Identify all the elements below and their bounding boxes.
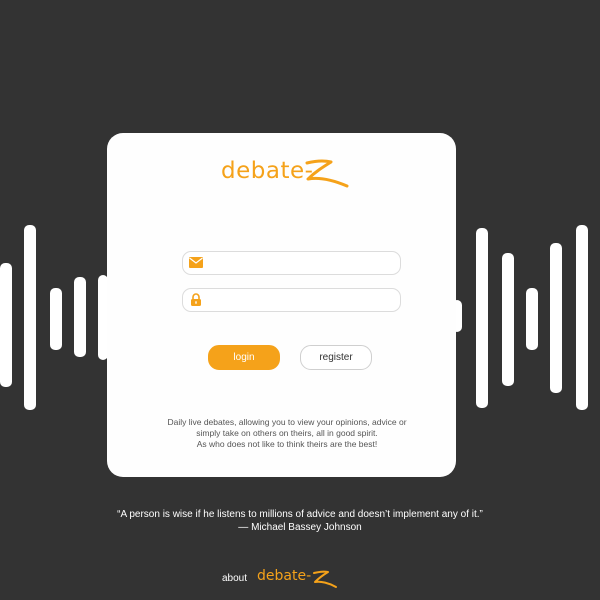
wave-bar <box>526 288 538 350</box>
wave-bar <box>0 263 12 387</box>
wave-bar <box>502 253 514 386</box>
description-line: As who does not like to think theirs are… <box>196 439 378 449</box>
about-link[interactable]: about debate- <box>222 565 362 595</box>
email-field[interactable] <box>182 251 401 275</box>
brand-name: debate- <box>221 158 314 184</box>
register-button[interactable]: register <box>300 345 372 370</box>
brand-z-mark <box>313 570 337 588</box>
description-line: Daily live debates, allowing you to view… <box>167 417 407 427</box>
password-field[interactable] <box>182 288 401 312</box>
password-input[interactable] <box>209 291 399 311</box>
wave-bar <box>24 225 36 410</box>
brand-z-mark <box>305 159 349 188</box>
login-card: debate- login register Daily live debate… <box>107 133 456 477</box>
wave-bar <box>74 277 86 357</box>
wave-bar <box>576 225 588 410</box>
login-button[interactable]: login <box>208 345 280 370</box>
wave-bar <box>550 243 562 393</box>
about-label: about <box>222 573 248 584</box>
quote-author: — Michael Bassey Johnson <box>238 522 362 533</box>
envelope-icon <box>189 257 203 268</box>
footer-brand-name: debate- <box>257 568 312 584</box>
lock-icon <box>191 293 201 306</box>
description-line: simply take on others on theirs, all in … <box>196 428 378 438</box>
brand-logo: debate- <box>221 153 351 193</box>
email-input[interactable] <box>209 254 399 274</box>
wave-bar <box>476 228 488 408</box>
quote-text: “A person is wise if he listens to milli… <box>117 509 483 520</box>
quote-block: “A person is wise if he listens to milli… <box>40 508 560 534</box>
app-description: Daily live debates, allowing you to view… <box>137 417 437 450</box>
wave-bar <box>50 288 62 350</box>
